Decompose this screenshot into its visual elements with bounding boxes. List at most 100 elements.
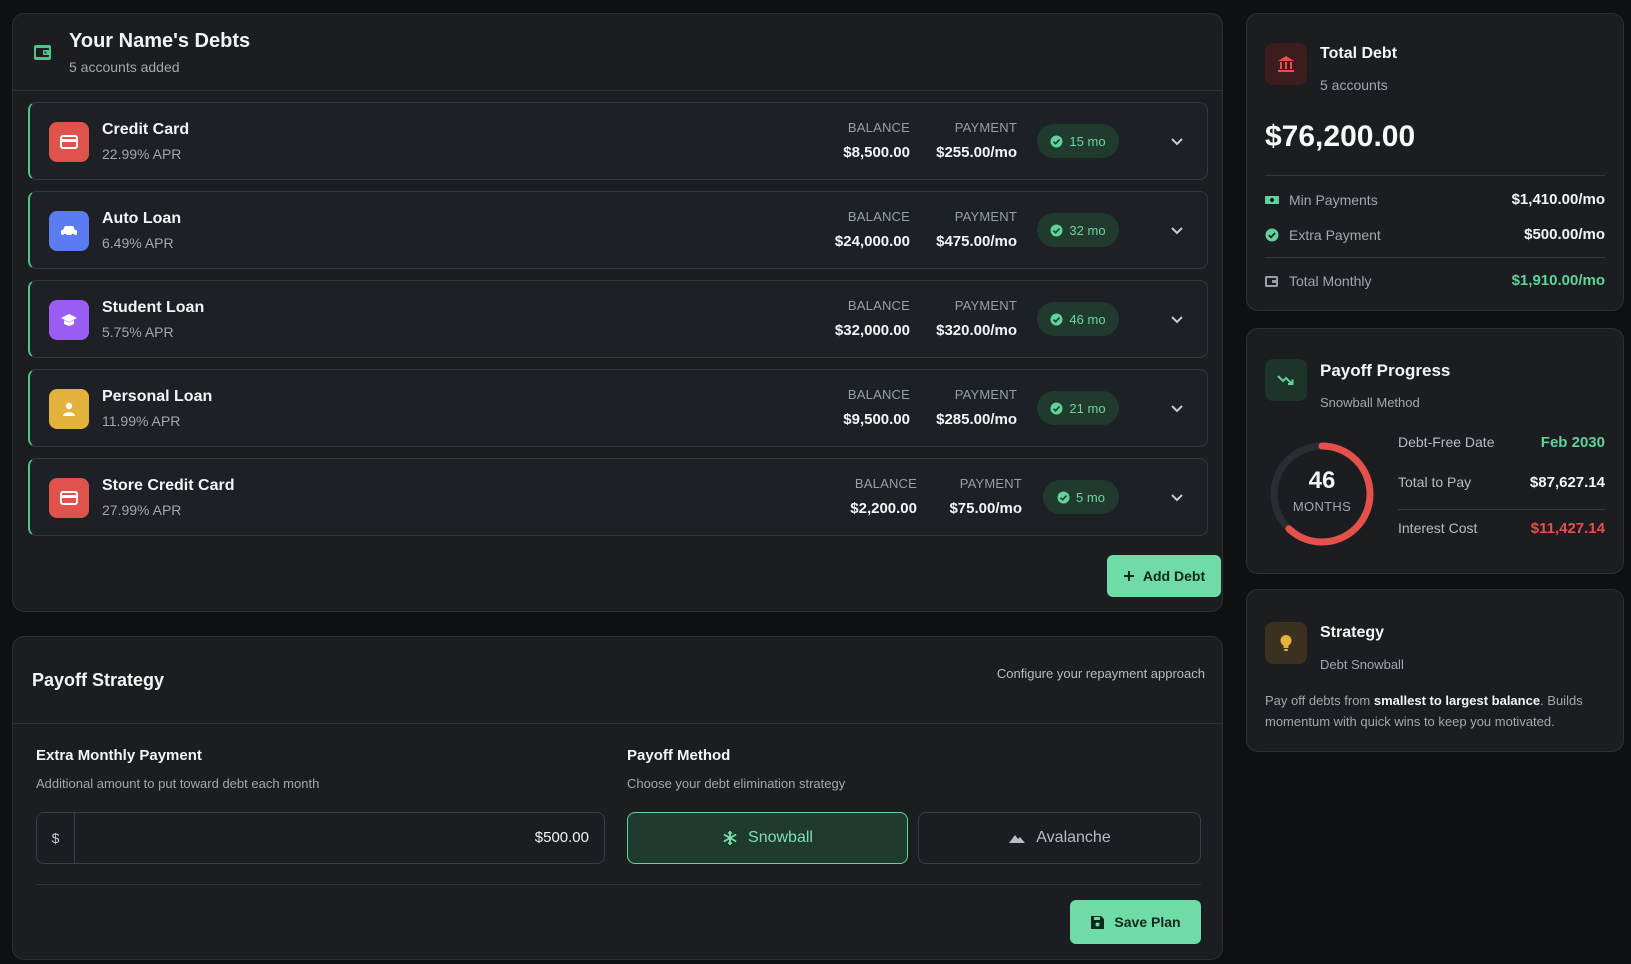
debt-row-store-credit-card[interactable]: Store Credit Card 27.99% APR BALANCE $2,…: [28, 458, 1208, 536]
divider: [1265, 175, 1605, 176]
balance-label: BALANCE: [847, 298, 910, 313]
extra-payment-title: Extra Monthly Payment: [36, 747, 202, 764]
debt-apr: 11.99% APR: [102, 413, 181, 429]
add-debt-label: Add Debt: [1142, 568, 1206, 584]
car-icon: [49, 211, 89, 251]
months-badge: 5 mo: [1043, 480, 1119, 514]
check-circle-icon: [1050, 224, 1063, 236]
snowball-button[interactable]: Snowball: [627, 812, 908, 864]
divider: [1265, 257, 1605, 258]
lightbulb-icon: [1265, 622, 1307, 664]
divider: [1398, 509, 1605, 510]
chevron-down-icon[interactable]: [1169, 400, 1185, 416]
total-debt-amount: $76,200.00: [1265, 120, 1416, 153]
add-debt-button[interactable]: Add Debt: [1107, 555, 1221, 597]
debt-row-personal-loan[interactable]: Personal Loan 11.99% APR BALANCE $9,500.…: [28, 369, 1208, 447]
months-badge: 21 mo: [1037, 391, 1119, 425]
debt-apr: 22.99% APR: [102, 146, 182, 162]
total-monthly-label: Total Monthly: [1289, 273, 1372, 289]
strategy-hint: Configure your repayment approach: [996, 666, 1205, 681]
check-circle-icon: [1265, 228, 1279, 242]
total-debt-subtitle: 5 accounts: [1320, 77, 1388, 93]
check-circle-icon: [1050, 135, 1063, 147]
months-text: 32 mo: [1069, 222, 1106, 238]
extra-payment-value[interactable]: $500.00: [535, 829, 589, 846]
extra-payment-input[interactable]: $ $500.00: [36, 812, 605, 864]
debt-apr: 27.99% APR: [102, 502, 182, 518]
total-monthly-value: $1,910.00/mo: [1511, 272, 1605, 289]
strategy-tip-title: Strategy: [1320, 624, 1385, 641]
debt-row-credit-card[interactable]: Credit Card 22.99% APR BALANCE $8,500.00…: [28, 102, 1208, 180]
months-text: 5 mo: [1076, 489, 1105, 505]
mountain-icon: [1009, 835, 1026, 843]
payment-value: $75.00/mo: [949, 500, 1022, 517]
debt-free-date-row: Debt-Free Date Feb 2030: [1398, 434, 1605, 454]
debts-header: Your Name's Debts 5 accounts added: [13, 14, 1222, 91]
debt-name: Auto Loan: [102, 210, 182, 227]
payoff-method-desc: Choose your debt elimination strategy: [627, 776, 846, 791]
months-badge: 15 mo: [1037, 124, 1119, 158]
debt-apr: 5.75% APR: [102, 324, 174, 340]
payoff-method-title: Payoff Method: [627, 747, 731, 764]
debt-row-auto-loan[interactable]: Auto Loan 6.49% APR BALANCE $24,000.00 P…: [28, 191, 1208, 269]
trending-down-icon: [1265, 359, 1307, 401]
min-payments-label: Min Payments: [1289, 192, 1378, 208]
strategy-title: Payoff Strategy: [32, 670, 165, 690]
balance-label: BALANCE: [847, 387, 910, 402]
snowflake-icon: [723, 831, 737, 845]
debts-title: Your Name's Debts: [69, 30, 251, 52]
total-monthly-row: Total Monthly $1,910.00/mo: [1265, 271, 1605, 291]
extra-payment-row: Extra Payment $500.00/mo: [1265, 225, 1605, 245]
total-to-pay-row: Total to Pay $87,627.14: [1398, 474, 1605, 494]
wallet-icon: [34, 45, 51, 60]
strategy-tip-panel: Strategy Debt Snowball Pay off debts fro…: [1246, 589, 1624, 752]
debts-subtitle: 5 accounts added: [69, 59, 180, 75]
interest-cost-value: $11,427.14: [1530, 520, 1605, 537]
snowball-label: Snowball: [748, 829, 813, 846]
debt-row-student-loan[interactable]: Student Loan 5.75% APR BALANCE $32,000.0…: [28, 280, 1208, 358]
wallet-icon: [1265, 276, 1278, 287]
months-text: 46 mo: [1069, 311, 1106, 327]
strategy-header: Payoff Strategy Configure your repayment…: [13, 637, 1222, 724]
payment-label: PAYMENT: [954, 209, 1017, 224]
strategy-tip-subtitle: Debt Snowball: [1320, 657, 1404, 672]
payment-value: $475.00/mo: [936, 233, 1017, 250]
chevron-down-icon[interactable]: [1169, 133, 1185, 149]
payment-value: $255.00/mo: [936, 144, 1017, 161]
payoff-progress-subtitle: Snowball Method: [1320, 395, 1420, 410]
debt-free-date-value: Feb 2030: [1540, 434, 1605, 451]
months-text: 15 mo: [1069, 133, 1106, 149]
total-debt-panel: Total Debt 5 accounts $76,200.00 Min Pay…: [1246, 13, 1624, 311]
floppy-disk-icon: [1091, 915, 1105, 929]
debt-name: Store Credit Card: [102, 477, 235, 494]
strategy-tip-text: Pay off debts from smallest to largest b…: [1265, 690, 1610, 732]
chevron-down-icon[interactable]: [1169, 311, 1185, 327]
avalanche-button[interactable]: Avalanche: [918, 812, 1201, 864]
debt-apr: 6.49% APR: [102, 235, 174, 251]
divider: [36, 884, 1201, 885]
balance-label: BALANCE: [854, 476, 917, 491]
payment-label: PAYMENT: [959, 476, 1022, 491]
payoff-progress-panel: Payoff Progress Snowball Method 46 MONTH…: [1246, 328, 1624, 574]
debt-name: Personal Loan: [102, 388, 213, 405]
payoff-strategy-panel: Payoff Strategy Configure your repayment…: [12, 636, 1223, 960]
payoff-progress-title: Payoff Progress: [1320, 361, 1451, 380]
debt-name: Credit Card: [102, 121, 190, 138]
min-payments-value: $1,410.00/mo: [1511, 191, 1605, 208]
money-icon: [1265, 196, 1279, 204]
extra-payment-value: $500.00/mo: [1524, 226, 1605, 243]
save-plan-button[interactable]: Save Plan: [1070, 900, 1201, 944]
check-circle-icon: [1057, 491, 1070, 503]
user-icon: [49, 389, 89, 429]
credit-card-icon: [49, 478, 89, 518]
payment-label: PAYMENT: [954, 120, 1017, 135]
check-circle-icon: [1050, 402, 1063, 414]
balance-label: BALANCE: [847, 120, 910, 135]
graduation-cap-icon: [49, 300, 89, 340]
debt-free-date-label: Debt-Free Date: [1398, 434, 1495, 450]
extra-payment-label: Extra Payment: [1289, 227, 1381, 243]
chevron-down-icon[interactable]: [1169, 489, 1185, 505]
debt-name: Student Loan: [102, 299, 205, 316]
chevron-down-icon[interactable]: [1169, 222, 1185, 238]
plus-icon: [1123, 571, 1134, 581]
